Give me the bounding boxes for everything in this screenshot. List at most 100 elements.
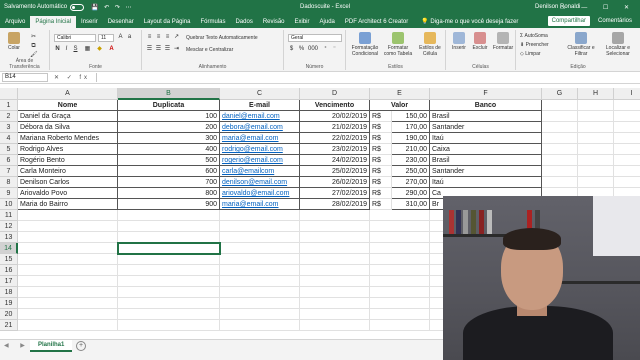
currency-icon[interactable]: $ [288,46,295,53]
indent-icon[interactable]: ⇥ [173,46,180,53]
grid-cell[interactable] [578,155,614,166]
grid-cell[interactable] [614,100,640,111]
name-cell[interactable]: Rodrigo Alves [18,144,118,155]
row-header-18[interactable]: 18 [0,287,18,298]
currency-symbol-cell[interactable]: R$ [370,155,392,166]
grid-cell[interactable] [370,265,430,276]
name-cell[interactable]: Débora da Silva [18,122,118,133]
italic-icon[interactable]: I [63,46,70,53]
column-header-g[interactable]: G [542,88,578,100]
tab-desenhar[interactable]: Desenhar [103,16,139,28]
sheet-nav-arrows[interactable]: ◀ ▶ [4,342,30,349]
row-header-21[interactable]: 21 [0,320,18,331]
column-header-f[interactable]: F [430,88,542,100]
name-cell[interactable]: Rogério Bento [18,155,118,166]
bank-cell[interactable]: Santander [430,122,542,133]
grid-cell[interactable] [220,221,300,232]
row-header-17[interactable]: 17 [0,276,18,287]
grid-cell[interactable] [220,210,300,221]
grid-cell[interactable] [118,254,220,265]
grid-cell[interactable] [220,232,300,243]
currency-symbol-cell[interactable]: R$ [370,188,392,199]
currency-symbol-cell[interactable]: R$ [370,166,392,177]
grid-cell[interactable] [370,276,430,287]
column-header-h[interactable]: H [578,88,614,100]
window-controls[interactable]: ▭ — ☐ ✕ [560,4,636,11]
column-header-i[interactable]: I [614,88,640,100]
paste-button[interactable]: Colar [4,32,24,51]
grid-cell[interactable] [370,309,430,320]
grid-cell[interactable] [300,232,370,243]
grid-cell[interactable] [18,298,118,309]
column-title-cell[interactable]: Duplicata [118,100,220,111]
duplicata-cell[interactable]: 300 [118,133,220,144]
font-size-select[interactable]: 11 [98,34,114,42]
formula-input[interactable] [96,73,640,82]
cut-icon[interactable]: ✂ [30,34,37,41]
grid-cell[interactable] [370,243,430,254]
grid-cell[interactable] [18,232,118,243]
column-header-a[interactable]: A [18,88,118,100]
due-date-cell[interactable]: 27/02/2019 [300,188,370,199]
sheet-tab-planilha1[interactable]: Planilha1 [30,340,73,352]
grid-cell[interactable] [18,309,118,320]
value-cell[interactable]: 150,00 [392,111,430,122]
grid-cell[interactable] [578,144,614,155]
email-cell[interactable]: debora@email.com [220,122,300,133]
due-date-cell[interactable]: 24/02/2019 [300,155,370,166]
email-cell[interactable]: daniel@email.com [220,111,300,122]
row-header-6[interactable]: 6 [0,155,18,166]
currency-symbol-cell[interactable]: R$ [370,133,392,144]
value-cell[interactable]: 270,00 [392,177,430,188]
shrink-font-icon[interactable]: a [126,34,133,41]
grid-cell[interactable] [370,287,430,298]
grid-cell[interactable] [300,243,370,254]
currency-symbol-cell[interactable]: R$ [370,199,392,210]
grow-font-icon[interactable]: A [117,34,124,41]
align-right-icon[interactable]: ☰ [164,46,171,53]
align-top-icon[interactable]: ≡ [146,34,153,41]
due-date-cell[interactable]: 20/02/2019 [300,111,370,122]
email-cell[interactable]: rogerio@email.com [220,155,300,166]
row-header-20[interactable]: 20 [0,309,18,320]
email-cell[interactable]: carla@emailcom [220,166,300,177]
grid-cell[interactable] [578,111,614,122]
row-header-10[interactable]: 10 [0,199,18,210]
delete-cells-button[interactable]: Excluir [470,32,490,51]
grid-cell[interactable] [300,320,370,331]
active-cell-selection[interactable] [117,242,221,255]
tab-ajuda[interactable]: Ajuda [315,16,340,28]
grid-cell[interactable] [220,287,300,298]
row-header-4[interactable]: 4 [0,133,18,144]
grid-cell[interactable] [220,265,300,276]
row-header-15[interactable]: 15 [0,254,18,265]
grid-cell[interactable] [370,210,430,221]
due-date-cell[interactable]: 21/02/2019 [300,122,370,133]
grid-cell[interactable] [542,155,578,166]
grid-cell[interactable] [300,210,370,221]
column-header-e[interactable]: E [370,88,430,100]
grid-cell[interactable] [578,122,614,133]
grid-cell[interactable] [118,221,220,232]
insert-cells-button[interactable]: Inserir [449,32,469,51]
grid-cell[interactable] [614,177,640,188]
grid-cell[interactable] [300,298,370,309]
grid-cell[interactable] [542,111,578,122]
grid-cell[interactable] [300,265,370,276]
tab-dados[interactable]: Dados [230,16,257,28]
column-title-cell[interactable]: Vencimento [300,100,370,111]
grid-cell[interactable] [542,177,578,188]
row-header-9[interactable]: 9 [0,188,18,199]
name-cell[interactable]: Daniel da Graça [18,111,118,122]
email-cell[interactable]: maria@email.com [220,133,300,144]
grid-cell[interactable] [370,320,430,331]
email-cell[interactable]: maria@email.com [220,199,300,210]
wrap-text-button[interactable]: Quebrar Texto Automaticamente [186,35,258,41]
grid-cell[interactable] [118,265,220,276]
grid-cell[interactable] [578,133,614,144]
comma-icon[interactable]: 000 [308,46,318,53]
grid-cell[interactable] [614,133,640,144]
currency-symbol-cell[interactable]: R$ [370,111,392,122]
grid-cell[interactable] [18,320,118,331]
bank-cell[interactable]: Itaú [430,177,542,188]
